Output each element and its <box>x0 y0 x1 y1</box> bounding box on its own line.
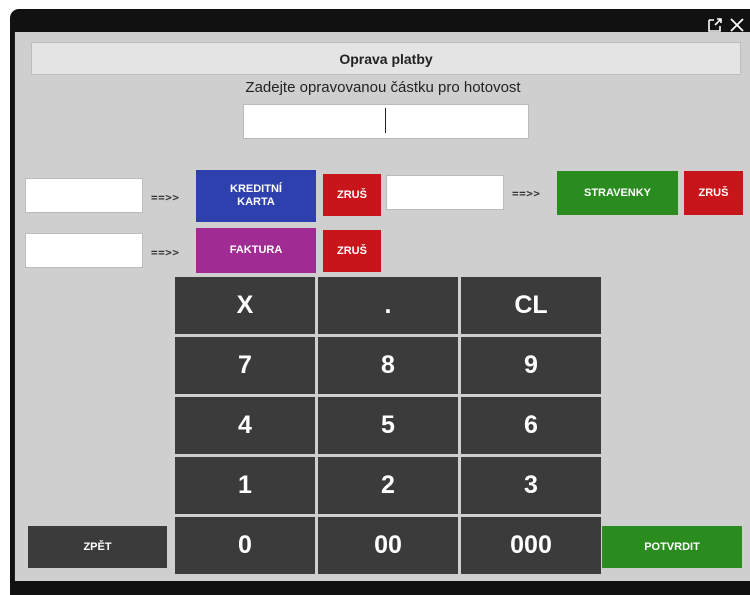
key-7[interactable]: 7 <box>175 337 315 394</box>
credit-card-button[interactable]: KREDITNÍ KARTA <box>196 170 316 222</box>
key-1[interactable]: 1 <box>175 457 315 514</box>
key-decimal[interactable]: . <box>318 277 458 334</box>
key-2[interactable]: 2 <box>318 457 458 514</box>
instruction-text: Zadejte opravovanou částku pro hotovost <box>245 79 521 96</box>
credit-card-arrow: ==>> <box>151 191 180 204</box>
key-4[interactable]: 4 <box>175 397 315 454</box>
key-000[interactable]: 000 <box>461 517 601 574</box>
key-clear-all[interactable]: CL <box>461 277 601 334</box>
cash-amount-input[interactable] <box>243 104 529 139</box>
key-5[interactable]: 5 <box>318 397 458 454</box>
numeric-keypad: X . CL 7 8 9 4 5 6 1 2 3 0 00 000 <box>175 277 601 577</box>
key-clear-last[interactable]: X <box>175 277 315 334</box>
key-3[interactable]: 3 <box>461 457 601 514</box>
key-00[interactable]: 00 <box>318 517 458 574</box>
back-button[interactable]: ZPĚT <box>28 526 167 568</box>
dialog-content: Oprava platby Zadejte opravovanou částku… <box>14 32 750 581</box>
meal-voucher-cancel-button[interactable]: ZRUŠ <box>684 171 743 215</box>
key-6[interactable]: 6 <box>461 397 601 454</box>
confirm-button[interactable]: POTVRDIT <box>602 526 742 568</box>
invoice-cancel-button[interactable]: ZRUŠ <box>323 230 381 272</box>
key-9[interactable]: 9 <box>461 337 601 394</box>
key-0[interactable]: 0 <box>175 517 315 574</box>
credit-card-cancel-button[interactable]: ZRUŠ <box>323 174 381 216</box>
text-caret <box>385 108 386 133</box>
dialog-title: Oprava platby <box>31 42 741 75</box>
key-8[interactable]: 8 <box>318 337 458 394</box>
invoice-button[interactable]: FAKTURA <box>196 228 316 273</box>
meal-voucher-arrow: ==>> <box>512 187 541 200</box>
meal-voucher-amount-input[interactable] <box>386 175 504 210</box>
invoice-arrow: ==>> <box>151 246 180 259</box>
credit-card-amount-input[interactable] <box>25 178 143 213</box>
meal-voucher-button[interactable]: STRAVENKY <box>557 171 678 215</box>
invoice-amount-input[interactable] <box>25 233 143 268</box>
